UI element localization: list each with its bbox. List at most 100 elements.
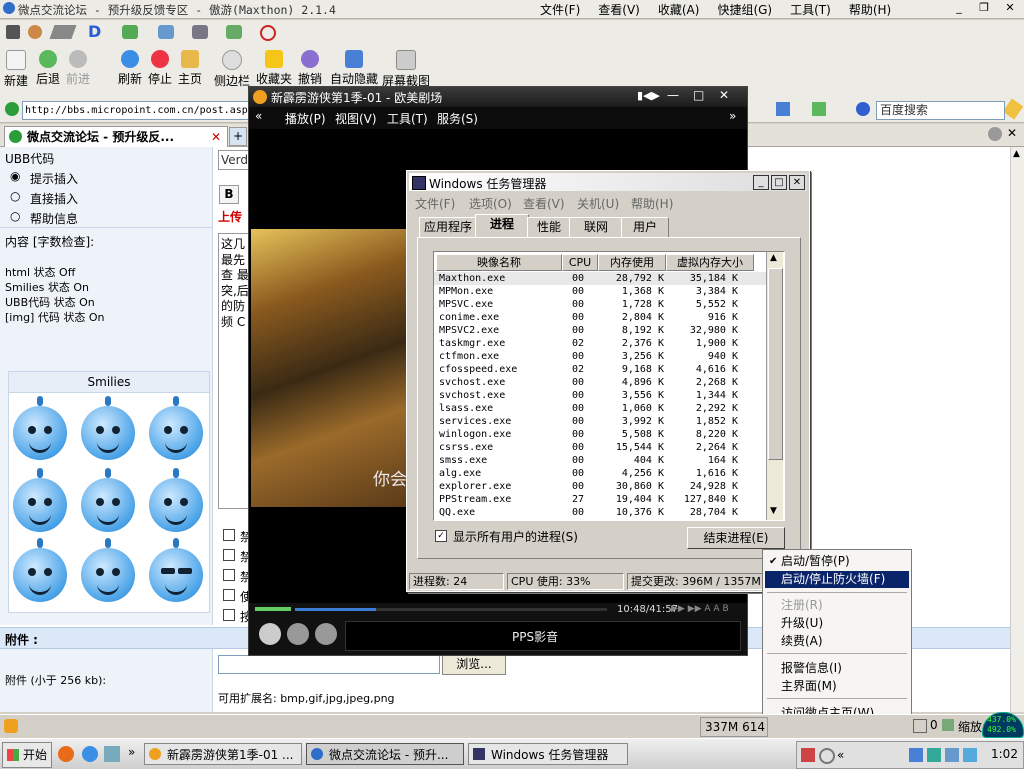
context-menu-item[interactable]: 主界面(M) bbox=[765, 678, 909, 695]
option-checkbox-1[interactable] bbox=[223, 529, 235, 541]
tab-close-icon[interactable]: ✕ bbox=[211, 127, 221, 147]
show-all-users-checkbox[interactable]: ✓ bbox=[435, 530, 447, 542]
taskmgr-menu-help[interactable]: 帮助(H) bbox=[631, 195, 673, 212]
scroll-down-arrow-icon[interactable]: ▼ bbox=[770, 506, 777, 516]
stop-button[interactable]: 停止 bbox=[148, 50, 172, 87]
tray-icon-3[interactable] bbox=[909, 748, 923, 762]
quicklaunch-icon[interactable] bbox=[104, 746, 120, 762]
back-button[interactable]: 后退 bbox=[36, 50, 60, 87]
tray-icon-5[interactable] bbox=[945, 748, 959, 762]
restore-button[interactable]: ❐ bbox=[975, 1, 993, 15]
close-all-icon[interactable]: ✕ bbox=[1007, 126, 1017, 140]
bold-button[interactable]: B bbox=[219, 185, 239, 204]
block-icon[interactable] bbox=[260, 25, 276, 41]
pause-button[interactable] bbox=[259, 623, 281, 645]
sidebar-button[interactable]: 侧边栏 bbox=[214, 50, 250, 89]
page-scrollbar[interactable]: ▲ bbox=[1010, 147, 1024, 712]
player-menu-tools[interactable]: 工具(T) bbox=[387, 110, 428, 127]
process-row[interactable]: taskmgr.exe 02 2,376 K 1,900 K bbox=[434, 337, 766, 350]
firefox-icon[interactable] bbox=[58, 746, 74, 762]
smiley-tongue[interactable] bbox=[13, 396, 67, 460]
smiley-angry[interactable] bbox=[81, 538, 135, 602]
option-checkbox-5[interactable] bbox=[223, 609, 235, 621]
refresh-button[interactable]: 刷新 bbox=[118, 50, 142, 87]
eraser-icon[interactable] bbox=[49, 25, 77, 39]
tab-networking[interactable]: 联网 bbox=[569, 217, 623, 237]
menu-quickgroup[interactable]: 快捷组(G) bbox=[717, 1, 772, 18]
menu-file[interactable]: 文件(F) bbox=[540, 1, 580, 18]
menu-view[interactable]: 查看(V) bbox=[598, 1, 640, 18]
smiley-grin[interactable] bbox=[13, 538, 67, 602]
process-row[interactable]: lsass.exe 00 1,060 K 2,292 K bbox=[434, 402, 766, 415]
zoom-icon[interactable] bbox=[942, 719, 954, 731]
process-row[interactable]: Maxthon.exe 00 28,792 K 35,184 K bbox=[434, 272, 766, 285]
new-button[interactable]: 新建 bbox=[4, 50, 28, 89]
option-checkbox-3[interactable] bbox=[223, 569, 235, 581]
player-minimize-button[interactable]: — bbox=[667, 88, 679, 102]
radio-help-info[interactable]: ○ bbox=[10, 209, 20, 223]
context-menu-item[interactable]: 升级(U) bbox=[765, 615, 909, 632]
taskmgr-maximize-button[interactable]: □ bbox=[771, 175, 787, 190]
process-row[interactable]: winlogon.exe 00 5,508 K 8,220 K bbox=[434, 428, 766, 441]
process-row[interactable]: cfosspeed.exe 02 9,168 K 4,616 K bbox=[434, 363, 766, 376]
menu-help[interactable]: 帮助(H) bbox=[849, 1, 891, 18]
col-vm[interactable]: 虚拟内存大小 bbox=[666, 254, 754, 271]
zoom-label[interactable]: 缩放 bbox=[958, 718, 982, 735]
process-row[interactable]: alg.exe 00 4,256 K 1,616 K bbox=[434, 467, 766, 480]
menu-favorites[interactable]: 收藏(A) bbox=[658, 1, 700, 18]
player-nav-icons[interactable]: ▶▶ ▶▶ A A B bbox=[671, 604, 729, 614]
player-collapse-icon[interactable]: « bbox=[255, 109, 262, 123]
network-icon[interactable] bbox=[963, 748, 977, 762]
radio-prompt-insert[interactable]: ◉ bbox=[10, 169, 20, 183]
stop-play-button[interactable] bbox=[287, 623, 309, 645]
smiley-laugh[interactable] bbox=[13, 468, 67, 532]
browse-button[interactable]: 浏览... bbox=[442, 654, 506, 675]
tab-performance[interactable]: 性能 bbox=[527, 217, 571, 237]
process-scrollbar[interactable]: ▲ ▼ bbox=[766, 252, 783, 520]
go-icon[interactable] bbox=[776, 102, 790, 116]
tray-icon-1[interactable] bbox=[801, 748, 815, 762]
process-row[interactable]: ctfmon.exe 00 3,256 K 940 K bbox=[434, 350, 766, 363]
col-cpu[interactable]: CPU bbox=[562, 254, 598, 271]
player-mini-icon[interactable]: ▮◀▶ bbox=[637, 89, 660, 102]
process-row[interactable]: csrss.exe 00 15,544 K 2,264 K bbox=[434, 441, 766, 454]
tray-expand-icon[interactable]: « bbox=[837, 748, 844, 762]
tab-users[interactable]: 用户 bbox=[621, 217, 669, 237]
tab-forum[interactable]: 微点交流论坛 - 预升级反... ✕ bbox=[4, 126, 228, 147]
taskmgr-menu-view[interactable]: 查看(V) bbox=[523, 195, 565, 212]
menu-tools[interactable]: 工具(T) bbox=[790, 1, 831, 18]
option-checkbox-4[interactable] bbox=[223, 589, 235, 601]
plugin-icon[interactable] bbox=[122, 25, 138, 39]
player-menu-play[interactable]: 播放(P) bbox=[285, 110, 326, 127]
radio-direct-insert[interactable]: ○ bbox=[10, 189, 20, 203]
player-menu-view[interactable]: 视图(V) bbox=[335, 110, 377, 127]
smiley-smile[interactable] bbox=[149, 468, 203, 532]
process-list[interactable]: 映像名称 CPU 内存使用 虚拟内存大小 Maxthon.exe 00 28,792… bbox=[433, 251, 785, 521]
home-button[interactable]: 主页 bbox=[178, 50, 202, 87]
new-tab-button[interactable]: + bbox=[229, 127, 247, 146]
autohide-button[interactable]: 自动隐藏 bbox=[330, 50, 378, 87]
player-expand-icon[interactable]: » bbox=[729, 109, 736, 123]
smiley-wink[interactable] bbox=[149, 396, 203, 460]
gadget-icon[interactable] bbox=[226, 25, 242, 39]
taskmgr-minimize-button[interactable]: _ bbox=[753, 175, 769, 190]
tab-applications[interactable]: 应用程序 bbox=[419, 217, 477, 237]
ie-icon[interactable] bbox=[82, 746, 98, 762]
smiley-cool[interactable] bbox=[149, 538, 203, 602]
process-row[interactable]: MPSVC.exe 00 1,728 K 5,552 K bbox=[434, 298, 766, 311]
process-row[interactable]: PPStream.exe 27 19,404 K 127,840 K bbox=[434, 493, 766, 506]
smiley-cry[interactable] bbox=[81, 468, 135, 532]
option-checkbox-2[interactable] bbox=[223, 549, 235, 561]
taskbar-taskmgr-button[interactable]: Windows 任务管理器 bbox=[468, 743, 628, 765]
player-maximize-button[interactable]: □ bbox=[693, 88, 704, 102]
address-input[interactable]: http://bbs.micropoint.com.cn/post.asp bbox=[22, 101, 256, 120]
search-engine-icon[interactable] bbox=[812, 102, 826, 116]
taskmgr-menu-shutdown[interactable]: 关机(U) bbox=[577, 195, 619, 212]
close-button[interactable]: ✕ bbox=[1001, 1, 1019, 15]
start-button[interactable]: 开始 bbox=[2, 742, 52, 768]
process-row[interactable]: smss.exe 00 404 K 164 K bbox=[434, 454, 766, 467]
scroll-up-arrow-icon[interactable]: ▲ bbox=[770, 253, 777, 263]
taskmgr-menu-options[interactable]: 选项(O) bbox=[469, 195, 512, 212]
process-row[interactable]: conime.exe 00 2,804 K 916 K bbox=[434, 311, 766, 324]
minimize-button[interactable]: _ bbox=[950, 1, 968, 15]
